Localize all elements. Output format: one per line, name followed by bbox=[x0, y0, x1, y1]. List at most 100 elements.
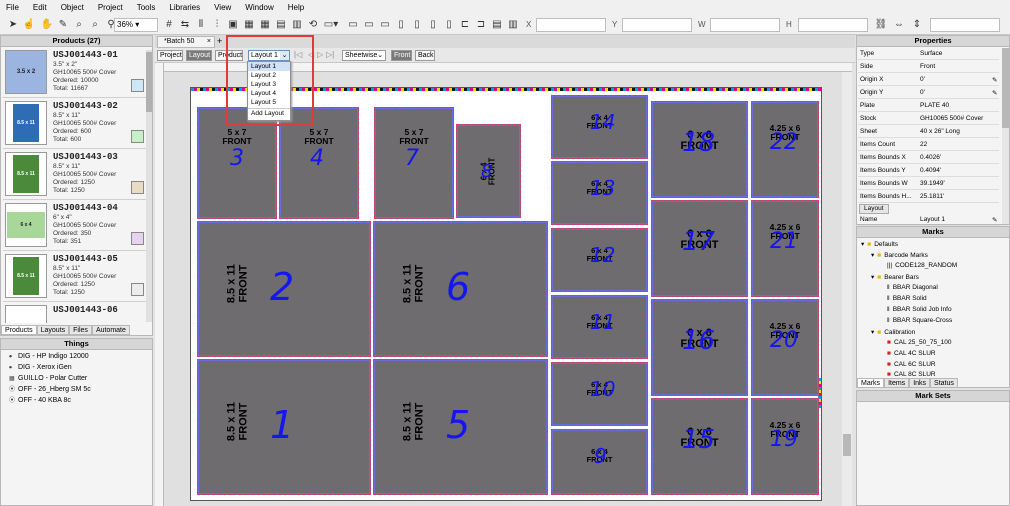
collapse-icon[interactable]: ▾ bbox=[871, 273, 874, 281]
layout-item[interactable]: 6 x 4 FRONT 11 bbox=[551, 295, 648, 359]
zoom-select[interactable]: 36% ▾ bbox=[114, 18, 158, 32]
tree-item[interactable]: ■ CAL 6C SLUR bbox=[887, 361, 936, 368]
distribute-icon[interactable]: ⫶ bbox=[210, 17, 224, 32]
grid-layout-2-icon[interactable]: ▦ bbox=[258, 17, 272, 32]
properties-scrollbar[interactable] bbox=[1002, 48, 1009, 224]
list-item[interactable]: USJ001443-06 bbox=[3, 303, 149, 323]
layout-item[interactable]: 8.5 x 11 FRONT 5 bbox=[373, 359, 548, 495]
tab-layouts[interactable]: Layouts bbox=[36, 325, 70, 335]
list-item[interactable]: 6 x 4 USJ001443-04 6" x 4" GH10065 500# … bbox=[3, 201, 149, 251]
layout-section-tab[interactable]: Layout bbox=[859, 204, 889, 214]
tab-document[interactable]: *Batch 50 × bbox=[157, 36, 215, 48]
tab-marks[interactable]: Marks bbox=[857, 378, 885, 388]
property-value[interactable]: Front bbox=[920, 63, 935, 70]
menu-object[interactable]: Object bbox=[61, 3, 84, 12]
menu-view[interactable]: View bbox=[214, 3, 231, 12]
pen-tool-icon[interactable]: ✎ bbox=[56, 17, 70, 32]
step-repeat-icon[interactable]: ▤ bbox=[274, 17, 288, 32]
tab-automate[interactable]: Automate bbox=[91, 325, 130, 335]
direct-select-icon[interactable]: ☝ bbox=[22, 17, 36, 32]
front-button[interactable]: Front bbox=[391, 50, 412, 61]
layout-item[interactable]: 6 x 6 FRONT 18 bbox=[651, 101, 748, 198]
select-tool-icon[interactable]: ➤ bbox=[6, 17, 20, 32]
product-color-swatch[interactable] bbox=[131, 130, 144, 143]
snap-icon[interactable]: ⇆ bbox=[178, 17, 192, 32]
rect-6-icon[interactable]: ▯ bbox=[426, 17, 440, 32]
layout-item[interactable]: 8.5 x 11 FRONT 1 bbox=[197, 359, 371, 495]
product-color-swatch[interactable] bbox=[131, 181, 144, 194]
tree-item[interactable]: ▾ ■ Barcode Marks bbox=[871, 251, 928, 260]
property-value[interactable]: 0' bbox=[920, 89, 925, 96]
project-button[interactable]: Project bbox=[157, 50, 183, 61]
layout-item[interactable]: 6 x 4 FRONT 12 bbox=[551, 228, 648, 292]
lock-proportions-icon[interactable]: ⛓ bbox=[874, 17, 888, 32]
layout-item[interactable]: 6 x 6 FRONT 17 bbox=[651, 200, 748, 297]
layout-item[interactable]: 6 x 6 FRONT 16 bbox=[651, 299, 748, 396]
grid-icon[interactable]: # bbox=[162, 17, 176, 32]
property-value[interactable]: 40 x 26" Long bbox=[920, 128, 960, 135]
menu-project[interactable]: Project bbox=[98, 3, 123, 12]
tree-item[interactable]: ‖ BBAR Solid Job Info bbox=[887, 306, 952, 313]
collapse-icon[interactable]: ▾ bbox=[871, 328, 874, 336]
property-value[interactable]: Surface bbox=[920, 50, 942, 57]
y-field[interactable] bbox=[622, 18, 692, 32]
layout-canvas[interactable]: 5 x 7 FRONT 3 5 x 7 FRONT 4 5 x 7 FRONT 7 6… bbox=[155, 63, 852, 506]
layout-item[interactable]: 6 x 4 FRONT 8 bbox=[456, 124, 521, 218]
rect-5-icon[interactable]: ▯ bbox=[410, 17, 424, 32]
collapse-icon[interactable]: ▾ bbox=[861, 240, 864, 248]
rotation-field[interactable] bbox=[930, 18, 1000, 32]
list-item[interactable]: ⦿ OFF - 40 KBA 8c bbox=[9, 397, 71, 404]
grid-layout-icon[interactable]: ▦ bbox=[242, 17, 256, 32]
w-field[interactable] bbox=[710, 18, 780, 32]
list-item[interactable]: 8.5 x 11 USJ001443-05 8.5" x 11" GH10065… bbox=[3, 252, 149, 302]
rect-2-icon[interactable]: ▭ bbox=[362, 17, 376, 32]
next-layout-icon[interactable]: ▷ bbox=[317, 50, 323, 59]
rect-icon[interactable]: ▭ bbox=[346, 17, 360, 32]
rotate-icon[interactable]: ⟲ bbox=[306, 17, 320, 32]
layout-item[interactable]: 6 x 4 FRONT 13 bbox=[551, 161, 648, 225]
sheetwise-select[interactable]: Sheetwise ⌄ bbox=[342, 50, 386, 61]
tab-items[interactable]: Items bbox=[884, 378, 910, 388]
back-button[interactable]: Back bbox=[415, 50, 435, 61]
tree-item[interactable]: ‖ BBAR Diagonal bbox=[887, 284, 938, 291]
menu-edit[interactable]: Edit bbox=[33, 3, 47, 12]
list-item[interactable]: 8.5 x 11 USJ001443-03 8.5" x 11" GH10065… bbox=[3, 150, 149, 200]
tree-item[interactable]: ■ CAL 25_50_75_100 bbox=[887, 339, 952, 346]
align-center-icon[interactable]: ⊐ bbox=[474, 17, 488, 32]
menu-window[interactable]: Window bbox=[245, 3, 273, 12]
product-color-swatch[interactable] bbox=[131, 79, 144, 92]
layout-item[interactable]: 6 x 4 FRONT 10 bbox=[551, 362, 648, 426]
layout-item[interactable]: 5 x 7 FRONT 7 bbox=[374, 107, 454, 219]
tree-item[interactable]: ▾ ■ Calibration bbox=[871, 328, 915, 337]
align-right-icon[interactable]: ▤ bbox=[490, 17, 504, 32]
pencil-icon[interactable]: ✎ bbox=[992, 76, 997, 84]
property-value[interactable]: 0' bbox=[920, 76, 925, 83]
align-left-icon[interactable]: ⊏ bbox=[458, 17, 472, 32]
property-value[interactable]: Layout 1 bbox=[920, 216, 945, 223]
chevron-down-icon[interactable]: ⌄ bbox=[377, 51, 383, 60]
products-scrollbar[interactable] bbox=[146, 50, 152, 322]
layout-item[interactable]: 8.5 x 11 FRONT 6 bbox=[373, 221, 548, 357]
product-color-swatch[interactable] bbox=[131, 283, 144, 296]
zoom-out-icon[interactable]: ⌕ bbox=[88, 17, 102, 32]
list-item[interactable]: 8.5 x 11 USJ001443-02 8.5" x 11" GH10065… bbox=[3, 99, 149, 149]
menu-libraries[interactable]: Libraries bbox=[169, 3, 200, 12]
tree-item[interactable]: ■ CAL 4C SLUR bbox=[887, 350, 936, 357]
layout-item[interactable]: 4.25 x 6 FRONT 21 bbox=[751, 200, 819, 297]
tab-status[interactable]: Status bbox=[930, 378, 958, 388]
menu-tools[interactable]: Tools bbox=[137, 3, 156, 12]
layout-item[interactable]: 4.25 x 6 FRONT 19 bbox=[751, 398, 819, 495]
layout-item[interactable]: 4.25 x 6 FRONT 22 bbox=[751, 101, 819, 198]
h-field[interactable] bbox=[798, 18, 868, 32]
property-value[interactable]: GH10065 500# Cover bbox=[920, 115, 983, 122]
tree-item[interactable]: ‖ BBAR Solid bbox=[887, 295, 927, 302]
tree-item[interactable]: ▾ ■ Defaults bbox=[861, 240, 898, 249]
list-item[interactable]: 3.5 x 2 USJ001443-01 3.5" x 2" GH10065 5… bbox=[3, 48, 149, 98]
zoom-tool-icon[interactable]: ⌕ bbox=[72, 17, 86, 32]
collapse-icon[interactable]: ▾ bbox=[871, 251, 874, 259]
tree-item[interactable]: ‖ BBAR Square-Cross bbox=[887, 317, 952, 324]
last-layout-icon[interactable]: ▷| bbox=[326, 50, 334, 59]
layout-item[interactable]: 6 x 4 FRONT 9 bbox=[551, 429, 648, 495]
menu-help[interactable]: Help bbox=[288, 3, 304, 12]
list-item[interactable]: ▦ GUILLO - Polar Cutter bbox=[9, 375, 87, 382]
